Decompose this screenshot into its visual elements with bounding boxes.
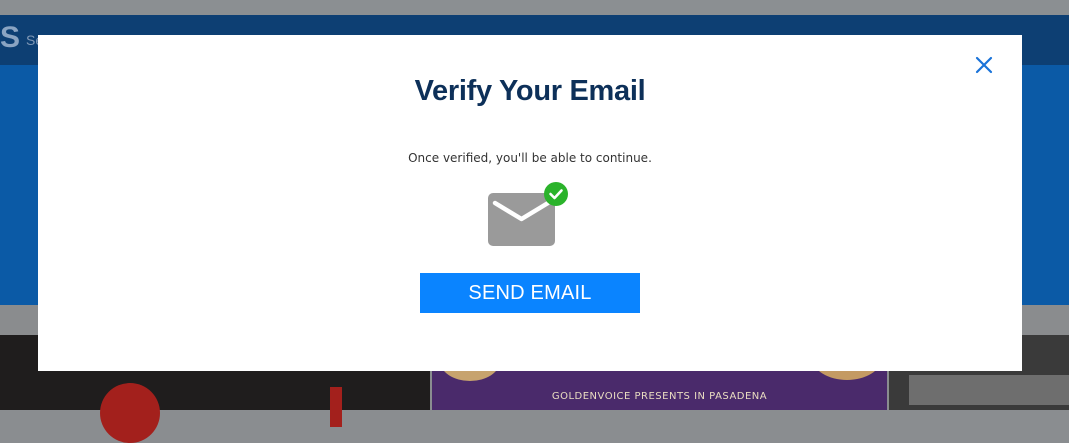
modal-description: Once verified, you'll be able to continu… [408,151,652,165]
verify-email-modal: Verify Your Email Once verified, you'll … [38,35,1022,371]
background-logo: S [0,21,21,54]
envelope-illustration [486,181,572,247]
close-button[interactable] [972,53,996,77]
tile-graphic [100,383,160,443]
tile-graphic [909,375,1069,405]
envelope-icon [488,193,555,246]
tile-banner-text: GOLDENVOICE PRESENTS IN PASADENA [551,391,768,402]
send-email-button[interactable]: SEND EMAIL [420,273,640,313]
modal-title: Verify Your Email [414,75,646,107]
background-top-strip [0,0,1069,15]
check-badge-icon [544,182,568,206]
tile-graphic [330,387,342,427]
close-icon[interactable] [972,53,996,77]
